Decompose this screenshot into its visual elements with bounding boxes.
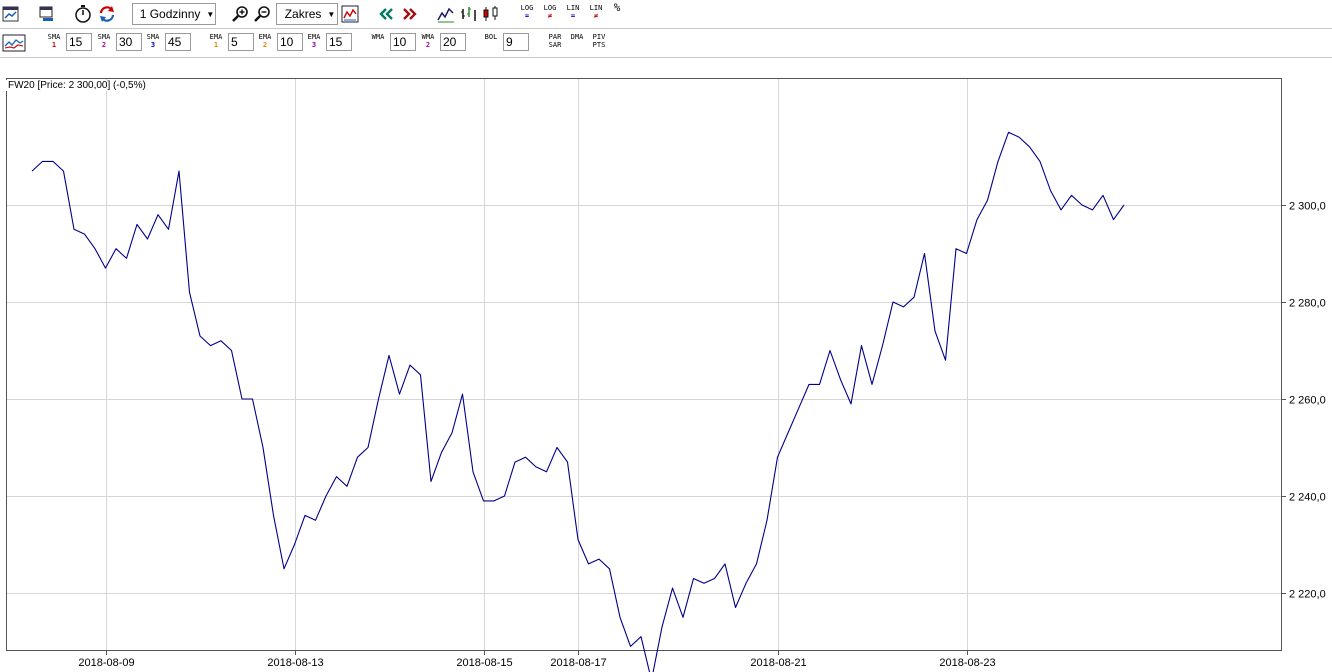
wma-2-label-index: 2 — [425, 41, 431, 49]
refresh-icon[interactable] — [96, 3, 118, 25]
scale-button-2[interactable]: LIN = — [563, 4, 583, 20]
y-tick-label: 2 300,0 — [1289, 201, 1326, 213]
scale-button-mark: = — [524, 12, 530, 20]
ema-1-label: EMA 1 — [206, 33, 226, 49]
x-tick-label: 2018-08-17 — [550, 657, 606, 669]
main-toolbar: 1 Godzinny ▼ Zakres ▼ LOG = LOG ≠ LIN = LIN ≠% — [0, 0, 1332, 28]
timer-icon[interactable] — [72, 3, 94, 25]
ema-1-input[interactable]: 5 — [228, 33, 254, 51]
wma-2-label-text: WMA — [421, 33, 435, 41]
scale-button-1[interactable]: LOG ≠ — [540, 4, 560, 20]
y-tick-label: 2 280,0 — [1289, 298, 1326, 310]
wma-2-label: WMA 2 — [418, 33, 438, 49]
bol-label-text: BOL — [484, 33, 498, 41]
wma-1-label: WMA — [368, 33, 388, 41]
ema-3-label: EMA 3 — [304, 33, 324, 49]
scroll-back-icon[interactable] — [376, 3, 398, 25]
ema-2-label-text: EMA — [258, 33, 272, 41]
x-tick-label: 2018-08-21 — [750, 657, 806, 669]
scale-button-mark: = — [570, 12, 576, 20]
scale-button-label: LOG — [543, 4, 557, 12]
candle-chart-icon[interactable] — [480, 3, 502, 25]
ohlc-chart-icon[interactable] — [458, 3, 480, 25]
scale-button-4[interactable]: % — [607, 1, 627, 14]
fit-range-icon[interactable] — [339, 3, 361, 25]
ema-3-input[interactable]: 15 — [326, 33, 352, 51]
wma-1-label-text: WMA — [371, 33, 385, 41]
scale-button-0[interactable]: LOG = — [517, 4, 537, 20]
ema-1-label-index: 1 — [213, 41, 219, 49]
interval-label: 1 Godzinny — [139, 7, 201, 21]
new-window-icon[interactable] — [36, 3, 58, 25]
sma-2-label-index: 2 — [101, 41, 107, 49]
x-tick-label: 2018-08-23 — [939, 657, 995, 669]
zoom-out-icon[interactable] — [252, 3, 274, 25]
indicator-toolbar: SMA 1 15 SMA 2 30 SMA 3 45 EMA 1 5 EMA 2 10 EMA 3 15 WMA 10… — [0, 29, 1332, 57]
extra-indicator-sublabel: SAR — [548, 41, 562, 49]
y-tick-label: 2 220,0 — [1289, 589, 1326, 601]
price-chart[interactable]: 2 220,0 2 240,0 2 260,0 2 280,0 2 300,0 2018-… — [0, 60, 1332, 672]
scale-button-mark: ≠ — [547, 12, 553, 20]
range-label: Zakres — [284, 7, 322, 21]
sma-3-input[interactable]: 45 — [165, 33, 191, 51]
ema-2-input[interactable]: 10 — [277, 33, 303, 51]
extra-indicator-label: PAR — [548, 33, 562, 41]
sma-3-label: SMA 3 — [143, 33, 163, 49]
y-tick-label: 2 240,0 — [1289, 492, 1326, 504]
scroll-forward-icon[interactable] — [398, 3, 420, 25]
ema-3-label-text: EMA — [307, 33, 321, 41]
indicator-settings-icon[interactable] — [2, 32, 26, 54]
chevron-down-icon: ▼ — [327, 9, 336, 19]
interval-dropdown[interactable]: 1 Godzinny ▼ — [132, 3, 216, 25]
sma-3-label-index: 3 — [150, 41, 156, 49]
range-dropdown[interactable]: Zakres ▼ — [276, 3, 338, 25]
extra-indicator-label: DMA — [570, 33, 584, 41]
y-tick-label: 2 260,0 — [1289, 395, 1326, 407]
sma-1-label: SMA 1 — [44, 33, 64, 49]
scale-button-label: LOG — [520, 4, 534, 12]
sma-1-label-index: 1 — [51, 41, 57, 49]
line-chart-icon[interactable] — [435, 3, 457, 25]
sma-1-label-text: SMA — [47, 33, 61, 41]
bol-input[interactable]: 9 — [503, 33, 529, 51]
sma-3-label-text: SMA — [146, 33, 160, 41]
chevron-down-icon: ▼ — [206, 9, 215, 19]
ema-1-label-text: EMA — [209, 33, 223, 41]
x-tick-label: 2018-08-15 — [456, 657, 512, 669]
plot-frame — [6, 78, 1282, 651]
bol-label: BOL — [481, 33, 501, 41]
toolbar-divider — [0, 57, 1332, 58]
ema-2-label: EMA 2 — [255, 33, 275, 49]
extra-indicator-0[interactable]: PAR SAR — [545, 33, 565, 49]
scale-button-label: LIN — [589, 4, 603, 12]
sma-1-input[interactable]: 15 — [66, 33, 92, 51]
ema-3-label-index: 3 — [311, 41, 317, 49]
extra-indicator-1[interactable]: DMA — [567, 33, 587, 41]
chart-info-label: FW20 [Price: 2 300,00] (-0,5%) — [6, 80, 148, 91]
chart-window-icon[interactable] — [0, 3, 22, 25]
extra-indicator-2[interactable]: PIV PTS — [589, 33, 609, 49]
wma-1-input[interactable]: 10 — [390, 33, 416, 51]
x-tick-label: 2018-08-09 — [78, 657, 134, 669]
extra-indicator-label: PIV — [592, 33, 606, 41]
scale-button-label: % — [613, 1, 621, 14]
sma-2-label: SMA 2 — [94, 33, 114, 49]
ema-2-label-index: 2 — [262, 41, 268, 49]
sma-2-input[interactable]: 30 — [116, 33, 142, 51]
scale-button-3[interactable]: LIN ≠ — [586, 4, 606, 20]
scale-button-label: LIN — [566, 4, 580, 12]
extra-indicator-sublabel: PTS — [592, 41, 606, 49]
price-chart-panel[interactable]: 2 220,0 2 240,0 2 260,0 2 280,0 2 300,0 2018-… — [0, 60, 1332, 672]
x-tick-label: 2018-08-13 — [267, 657, 323, 669]
zoom-in-icon[interactable] — [230, 3, 252, 25]
sma-2-label-text: SMA — [97, 33, 111, 41]
wma-2-input[interactable]: 20 — [440, 33, 466, 51]
scale-button-mark: ≠ — [593, 12, 599, 20]
